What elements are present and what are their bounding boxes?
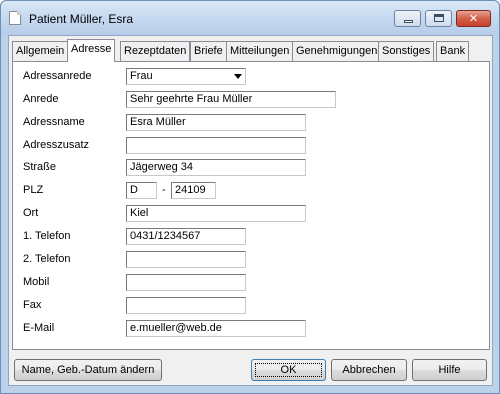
plz-separator: - (162, 184, 166, 196)
tab-sonstiges[interactable]: Sonstiges (378, 41, 435, 61)
cancel-button[interactable]: Abbrechen (331, 359, 407, 381)
dialog-client-area: Allgemein Adresse Rezeptdaten Briefe Mit… (8, 35, 493, 386)
focus-rectangle (255, 363, 322, 377)
tab-adresse[interactable]: Adresse (67, 39, 116, 62)
plz-field[interactable]: 24109 (171, 182, 216, 199)
chevron-down-icon[interactable] (234, 74, 242, 79)
fax-field[interactable] (126, 297, 246, 314)
title-bar[interactable]: Patient Müller, Esra ✕ (1, 1, 499, 35)
email-field[interactable]: e.mueller@web.de (126, 320, 306, 337)
adressanrede-label: Adressanrede (23, 70, 92, 82)
tab-briefe[interactable]: Briefe (190, 41, 227, 61)
strasse-field[interactable]: Jägerweg 34 (126, 159, 306, 176)
ort-label: Ort (23, 207, 39, 219)
name-change-button[interactable]: Name, Geb.-Datum ändern (14, 359, 162, 381)
minimize-button[interactable] (394, 10, 421, 27)
address-panel: Adressanrede Frau Anrede Sehr geehrte Fr… (12, 61, 490, 350)
plz-label: PLZ (23, 184, 44, 196)
tab-allgemein[interactable]: Allgemein (12, 41, 69, 61)
maximize-icon (434, 14, 444, 22)
plz-country-field[interactable]: D (126, 182, 157, 199)
minimize-icon (404, 20, 413, 23)
close-icon: ✕ (468, 12, 479, 25)
mobil-label: Mobil (23, 276, 50, 288)
adresszusatz-label: Adresszusatz (23, 139, 90, 151)
document-icon (9, 11, 21, 25)
tab-genehmigungen[interactable]: Genehmigungen (292, 41, 382, 61)
window-title: Patient Müller, Esra (29, 12, 134, 26)
email-label: E-Mail (23, 322, 55, 334)
telefon1-label: 1. Telefon (23, 230, 71, 242)
adresszusatz-field[interactable] (126, 137, 306, 154)
telefon2-field[interactable] (126, 251, 246, 268)
telefon2-label: 2. Telefon (23, 253, 71, 265)
dialog-window: Patient Müller, Esra ✕ Allgemein Adresse… (0, 0, 500, 394)
anrede-label: Anrede (23, 93, 59, 105)
tab-bank[interactable]: Bank (436, 41, 470, 61)
anrede-field[interactable]: Sehr geehrte Frau Müller (126, 91, 336, 108)
tab-mitteilungen[interactable]: Mitteilungen (226, 41, 294, 61)
adressanrede-value: Frau (130, 70, 153, 82)
tab-rezeptdaten[interactable]: Rezeptdaten (120, 41, 191, 61)
fax-label: Fax (23, 299, 42, 311)
telefon1-field[interactable]: 0431/1234567 (126, 228, 246, 245)
close-button[interactable]: ✕ (456, 10, 491, 27)
strasse-label: Straße (23, 161, 57, 173)
help-button[interactable]: Hilfe (412, 359, 487, 381)
ok-button[interactable]: OK (251, 359, 326, 381)
adressanrede-select[interactable]: Frau (126, 68, 246, 85)
adressname-field[interactable]: Esra Müller (126, 114, 306, 131)
mobil-field[interactable] (126, 274, 246, 291)
ort-field[interactable]: Kiel (126, 205, 306, 222)
adressname-label: Adressname (23, 116, 85, 128)
maximize-button[interactable] (425, 10, 452, 27)
